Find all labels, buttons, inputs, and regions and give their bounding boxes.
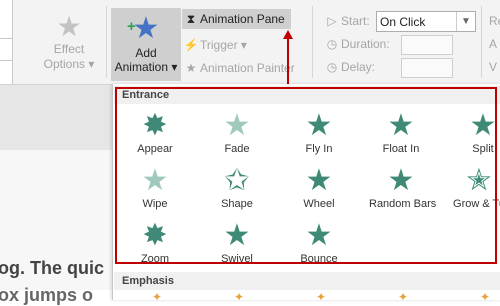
animation-label: Wipe: [142, 198, 168, 210]
animation-pane-icon: ⧗: [186, 12, 196, 26]
chevron-down-icon[interactable]: ▼: [456, 12, 475, 31]
emphasis-star-icon[interactable]: ✦: [152, 290, 162, 304]
random-bars-star-icon: ★: [387, 164, 415, 197]
animation-painter-icon: ★: [185, 61, 197, 75]
animation-wheel[interactable]: ★ Wheel: [287, 165, 351, 211]
add-animation-label-1: Add: [135, 46, 157, 60]
add-animation-label-2: Animation ▾: [114, 60, 178, 74]
delay-clock-icon: ◷: [326, 60, 338, 74]
trigger-label: Trigger: [200, 38, 238, 52]
animation-label: Shape: [221, 198, 253, 210]
emphasis-star-icon[interactable]: ✦: [316, 290, 326, 304]
animation-label: Fade: [224, 143, 250, 155]
animation-zoom[interactable]: ✸ Zoom: [123, 220, 187, 266]
effect-options-label-2: Options ▾: [43, 57, 95, 71]
add-animation-button[interactable]: + ★ Add Animation ▾: [111, 8, 181, 81]
animation-label: Swivel: [221, 253, 253, 265]
animation-random-bars[interactable]: ★ Random Bars: [369, 164, 437, 211]
start-label: ▷ Start:: [325, 14, 369, 28]
zoom-star-icon: ✸: [142, 219, 168, 252]
float-in-star-icon: ★: [387, 109, 415, 142]
move-earlier-button[interactable]: A: [489, 37, 497, 51]
animation-pane-button[interactable]: ⧗ Animation Pane: [182, 9, 291, 29]
left-ribbon-edge: [0, 0, 13, 84]
animation-label: Appear: [137, 143, 173, 155]
wipe-star-icon: ★: [141, 164, 169, 197]
animation-label: Wheel: [303, 198, 335, 210]
delay-label: ◷ Delay:: [326, 60, 376, 74]
annotation-arrow-head: [283, 30, 293, 39]
animation-label: Zoom: [140, 253, 170, 265]
emphasis-star-icon[interactable]: ✦: [234, 290, 244, 304]
move-later-button[interactable]: V: [489, 60, 497, 74]
delay-input[interactable]: [401, 58, 453, 78]
swivel-star-icon: ★: [223, 219, 251, 252]
ribbon-separator: [481, 6, 482, 78]
emphasis-star-icon[interactable]: ✦: [480, 290, 490, 304]
animation-label: Split: [472, 143, 494, 155]
emphasis-row: ✦ ✦ ✦ ✦ ✦: [112, 288, 500, 304]
animation-label: Random Bars: [369, 198, 437, 210]
start-select[interactable]: On Click ▼: [376, 11, 476, 32]
effect-options-star-icon: ★: [56, 11, 82, 42]
animation-swivel[interactable]: ★ Swivel: [205, 220, 269, 266]
ribbon-separator: [106, 6, 107, 78]
ribbon-separator: [312, 6, 313, 78]
animation-grow-turn[interactable]: ✭ Grow & Tu: [447, 165, 500, 211]
slide-text-line-1: og. The quic: [0, 258, 104, 278]
animation-painter-button[interactable]: ★ Animation Painter: [182, 58, 295, 78]
fly-in-star-icon: ★: [305, 109, 333, 142]
split-star-icon: ★: [469, 109, 497, 142]
wheel-star-icon: ★: [305, 164, 333, 197]
trigger-button[interactable]: ⚡ Trigger ▾: [182, 35, 247, 55]
animation-label: Bounce: [300, 253, 338, 265]
animation-wipe[interactable]: ★ Wipe: [123, 165, 187, 211]
animation-float-in[interactable]: ★ Float In: [369, 110, 433, 156]
clock-icon: ◷: [326, 37, 338, 51]
animation-fade[interactable]: ★ Fade: [205, 110, 269, 156]
appear-star-icon: ✸: [142, 109, 168, 142]
animation-gallery: Entrance ✸ Appear ★ Fade ★ Fly In ★ Floa…: [112, 84, 500, 300]
duration-input[interactable]: [401, 35, 453, 55]
entrance-header: Entrance: [114, 86, 500, 104]
slide-area: og. The quic ox jumps o: [0, 85, 112, 305]
effect-options-label-1: Effect: [53, 42, 85, 56]
animation-split[interactable]: ★ Split: [451, 110, 500, 156]
shape-star-icon: ✩: [224, 164, 250, 197]
trigger-icon: ⚡: [183, 38, 199, 52]
grow-turn-star-icon: ✭: [466, 164, 492, 197]
effect-options-button[interactable]: ★ Effect Options ▾: [40, 12, 98, 72]
slide-pane-band: [0, 85, 112, 150]
fade-star-icon: ★: [223, 109, 251, 142]
emphasis-star-icon[interactable]: ✦: [398, 290, 408, 304]
animation-fly-in[interactable]: ★ Fly In: [287, 110, 351, 156]
animation-painter-label: Animation Painter: [200, 61, 295, 75]
animations-ribbon: ★ Effect Options ▾ + ★ Add Animation ▾ ⧗ A…: [0, 0, 500, 85]
animation-label: Fly In: [305, 143, 333, 155]
start-value: On Click: [380, 15, 426, 29]
animation-appear[interactable]: ✸ Appear: [123, 110, 187, 156]
reorder-label: Re: [489, 14, 500, 28]
start-icon: ▷: [327, 14, 337, 28]
slide-text-line-2: ox jumps o: [0, 285, 94, 305]
animation-label: Grow & Tu: [453, 198, 500, 210]
animation-bounce[interactable]: ★ Bounce: [287, 220, 351, 266]
annotation-arrow-line: [287, 38, 289, 84]
animation-pane-label: Animation Pane: [200, 12, 285, 26]
duration-label: ◷ Duration:: [326, 37, 390, 51]
bounce-star-icon: ★: [305, 219, 333, 252]
add-animation-star-icon: + ★: [127, 12, 160, 45]
animation-label: Float In: [382, 143, 420, 155]
animation-shape[interactable]: ✩ Shape: [205, 165, 269, 211]
